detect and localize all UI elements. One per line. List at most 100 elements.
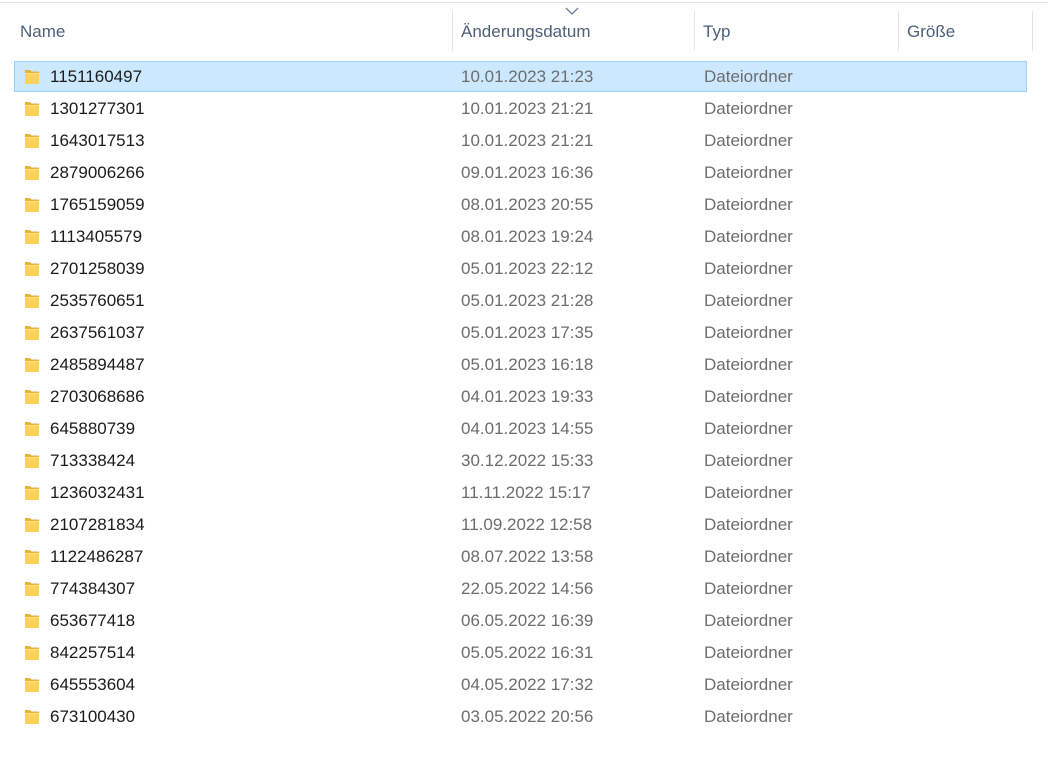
row-modified-date: 09.01.2023 16:36 — [461, 163, 594, 182]
file-list-row[interactable]: 2701258039 05.01.2023 22:12 Dateiordner — [0, 253, 1048, 285]
row-modified-date: 08.01.2023 19:24 — [461, 227, 594, 246]
column-header-name-label: Name — [20, 22, 66, 41]
row-name: 1151160497 — [50, 67, 143, 86]
folder-icon — [25, 550, 39, 564]
folder-icon — [25, 422, 39, 436]
row-modified-date: 05.01.2023 16:18 — [461, 355, 594, 374]
file-list-row[interactable]: 645880739 04.01.2023 14:55 Dateiordner — [0, 413, 1048, 445]
file-list-row[interactable]: 713338424 30.12.2022 15:33 Dateiordner — [0, 445, 1048, 477]
row-name: 2107281834 — [50, 515, 145, 534]
row-name: 645553604 — [50, 675, 136, 694]
row-type: Dateiordner — [704, 419, 793, 438]
file-list-row[interactable]: 1113405579 08.01.2023 19:24 Dateiordner — [0, 221, 1048, 253]
row-name: 1301277301 — [50, 99, 145, 118]
file-list-row[interactable]: 673100430 03.05.2022 20:56 Dateiordner — [0, 701, 1048, 733]
folder-icon — [25, 518, 39, 532]
row-type: Dateiordner — [704, 99, 793, 118]
row-modified-date: 11.09.2022 12:58 — [461, 515, 593, 534]
row-name: 2637561037 — [50, 323, 145, 342]
file-list-row[interactable]: 774384307 22.05.2022 14:56 Dateiordner — [0, 573, 1048, 605]
row-type: Dateiordner — [704, 323, 793, 342]
row-modified-date: 08.07.2022 13:58 — [461, 547, 594, 566]
row-modified-date: 06.05.2022 16:39 — [461, 611, 594, 630]
folder-icon — [25, 166, 39, 180]
row-modified-date: 10.01.2023 21:23 — [461, 67, 594, 86]
row-modified-date: 05.01.2023 17:35 — [461, 323, 594, 342]
row-modified-date: 22.05.2022 14:56 — [461, 579, 594, 598]
folder-icon — [25, 582, 39, 596]
row-type: Dateiordner — [704, 291, 793, 310]
row-modified-date: 03.05.2022 20:56 — [461, 707, 594, 726]
row-name: 673100430 — [50, 707, 136, 726]
column-header-date-label: Änderungsdatum — [461, 22, 591, 41]
file-list-row[interactable]: 653677418 06.05.2022 16:39 Dateiordner — [0, 605, 1048, 637]
file-list-row[interactable]: 1151160497 10.01.2023 21:23 Dateiordner — [0, 61, 1048, 93]
folder-icon — [25, 294, 39, 308]
row-modified-date: 11.11.2022 15:17 — [461, 483, 591, 502]
row-name: 1643017513 — [50, 131, 145, 150]
row-modified-date: 05.01.2023 22:12 — [461, 259, 594, 278]
file-list-row[interactable]: 842257514 05.05.2022 16:31 Dateiordner — [0, 637, 1048, 669]
file-list-row[interactable]: 645553604 04.05.2022 17:32 Dateiordner — [0, 669, 1048, 701]
folder-icon — [25, 390, 39, 404]
row-type: Dateiordner — [704, 131, 793, 150]
file-list-row[interactable]: 1236032431 11.11.2022 15:17 Dateiordner — [0, 477, 1048, 509]
row-type: Dateiordner — [704, 611, 793, 630]
file-list-row[interactable]: 1643017513 10.01.2023 21:21 Dateiordner — [0, 125, 1048, 157]
row-type: Dateiordner — [704, 195, 793, 214]
row-name: 2701258039 — [50, 259, 145, 278]
file-list-row[interactable]: 2535760651 05.01.2023 21:28 Dateiordner — [0, 285, 1048, 317]
file-list-row[interactable]: 2879006266 09.01.2023 16:36 Dateiordner — [0, 157, 1048, 189]
folder-icon — [25, 646, 39, 660]
folder-icon — [25, 614, 39, 628]
row-type: Dateiordner — [704, 579, 793, 598]
row-type: Dateiordner — [704, 163, 793, 182]
row-type: Dateiordner — [704, 515, 793, 534]
column-resize-handle-size[interactable] — [1032, 11, 1033, 51]
row-type: Dateiordner — [704, 259, 793, 278]
row-name: 653677418 — [50, 611, 136, 630]
column-header-bar: Name Änderungsdatum Typ Größe — [0, 3, 1048, 55]
file-list-row[interactable]: 2107281834 11.09.2022 12:58 Dateiordner — [0, 509, 1048, 541]
row-type: Dateiordner — [704, 675, 793, 694]
column-header-size[interactable]: Größe — [899, 3, 1033, 55]
column-header-name[interactable]: Name — [12, 3, 453, 55]
row-modified-date: 05.01.2023 21:28 — [461, 291, 594, 310]
row-modified-date: 08.01.2023 20:55 — [461, 195, 594, 214]
row-name: 1765159059 — [50, 195, 145, 214]
row-name: 842257514 — [50, 643, 136, 662]
row-modified-date: 10.01.2023 21:21 — [461, 99, 594, 118]
row-modified-date: 04.01.2023 14:55 — [461, 419, 594, 438]
column-header-type-label: Typ — [703, 22, 731, 41]
row-name: 1236032431 — [50, 483, 145, 502]
folder-icon — [25, 710, 39, 724]
row-type: Dateiordner — [704, 387, 793, 406]
folder-icon — [25, 678, 39, 692]
column-header-date[interactable]: Änderungsdatum — [453, 3, 695, 55]
row-name: 1113405579 — [50, 227, 143, 246]
file-list-row[interactable]: 2637561037 05.01.2023 17:35 Dateiordner — [0, 317, 1048, 349]
row-type: Dateiordner — [704, 227, 793, 246]
row-type: Dateiordner — [704, 483, 793, 502]
row-modified-date: 05.05.2022 16:31 — [461, 643, 594, 662]
folder-icon — [25, 230, 39, 244]
row-name: 1122486287 — [50, 547, 144, 566]
folder-icon — [25, 326, 39, 340]
row-name: 774384307 — [50, 579, 136, 598]
folder-icon — [25, 70, 39, 84]
file-list: 1151160497 10.01.2023 21:23 Dateiordner 130… — [0, 61, 1048, 733]
column-header-type[interactable]: Typ — [695, 3, 899, 55]
file-list-row[interactable]: 2703068686 04.01.2023 19:33 Dateiordner — [0, 381, 1048, 413]
row-name: 713338424 — [50, 451, 136, 470]
row-modified-date: 10.01.2023 21:21 — [461, 131, 594, 150]
folder-icon — [25, 486, 39, 500]
folder-icon — [25, 358, 39, 372]
row-type: Dateiordner — [704, 643, 793, 662]
file-list-row[interactable]: 1301277301 10.01.2023 21:21 Dateiordner — [0, 93, 1048, 125]
column-header-size-label: Größe — [907, 22, 956, 41]
file-list-row[interactable]: 1765159059 08.01.2023 20:55 Dateiordner — [0, 189, 1048, 221]
row-name: 2703068686 — [50, 387, 145, 406]
row-name: 2879006266 — [50, 163, 145, 182]
file-list-row[interactable]: 2485894487 05.01.2023 16:18 Dateiordner — [0, 349, 1048, 381]
file-list-row[interactable]: 1122486287 08.07.2022 13:58 Dateiordner — [0, 541, 1048, 573]
